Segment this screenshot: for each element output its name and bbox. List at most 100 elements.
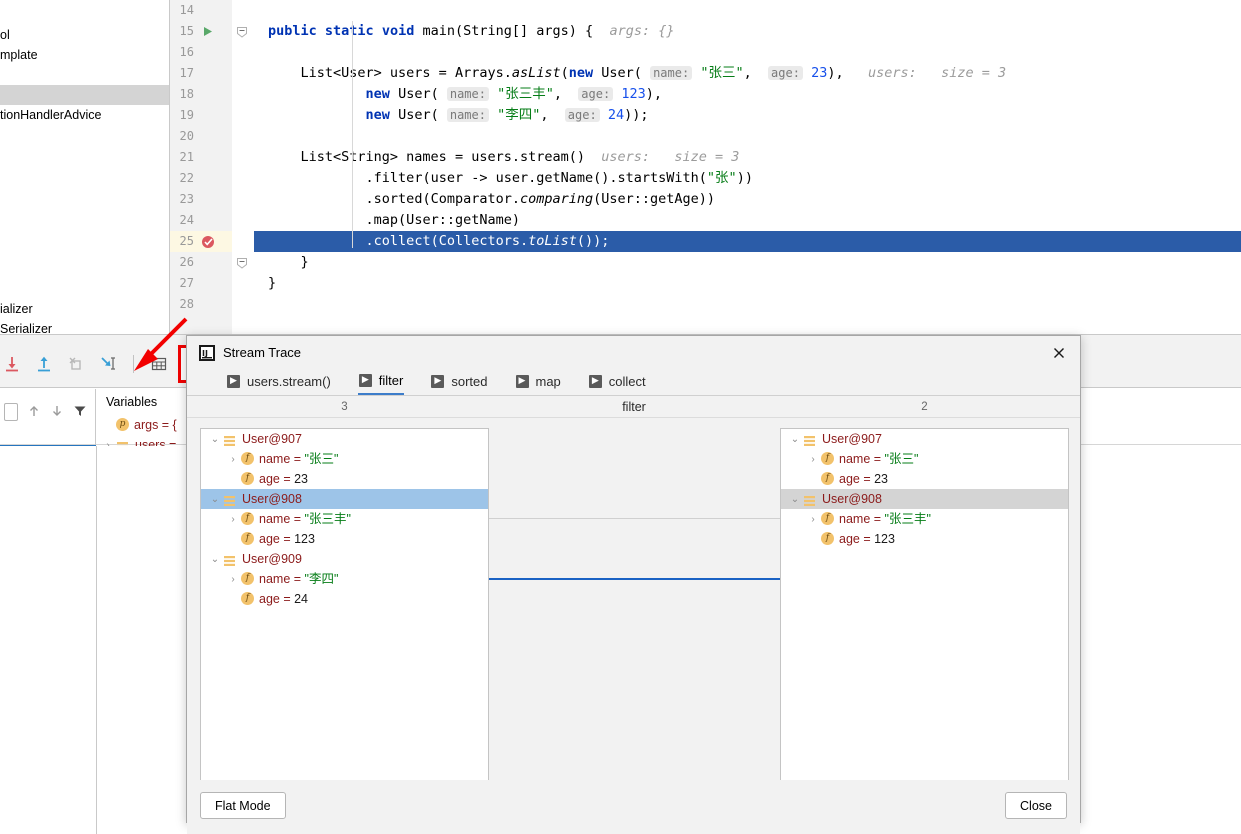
tree-row-label: name = (839, 452, 885, 466)
field-icon: f (821, 452, 834, 465)
stage-name-label: filter (574, 396, 694, 418)
tab-sorted[interactable]: ▶ sorted (430, 370, 488, 395)
tree-row[interactable]: ›fname = "张三" (781, 449, 1068, 469)
arrow-down-icon[interactable] (50, 404, 64, 421)
tab-collect[interactable]: ▶ collect (588, 370, 647, 395)
run-to-cursor-icon[interactable] (98, 354, 118, 374)
tree-row[interactable]: fage = 123 (201, 529, 488, 549)
project-item[interactable]: ol (0, 25, 169, 45)
editor-fold-column[interactable] (232, 0, 254, 334)
tree-row[interactable]: fage = 23 (201, 469, 488, 489)
filter-icon[interactable] (73, 404, 87, 421)
code-line: .map(User::getName) (254, 210, 1241, 231)
tree-row[interactable]: ⌄User@907 (201, 429, 488, 449)
run-gutter-icon[interactable] (200, 21, 216, 42)
before-values-tree[interactable]: ⌄User@907 ›fname = "张三" fage = 23 ⌄User@… (200, 428, 489, 783)
step-into-icon[interactable] (2, 354, 22, 374)
step-out-icon[interactable] (34, 354, 54, 374)
tree-chevron-expanded-icon[interactable]: ⌄ (787, 430, 803, 450)
tree-row[interactable]: fage = 23 (781, 469, 1068, 489)
tree-row[interactable]: ⌄User@907 (781, 429, 1068, 449)
code-method-name: main (423, 23, 456, 39)
project-item-selected[interactable] (0, 85, 169, 105)
tree-chevron-collapsed-icon[interactable]: › (805, 510, 821, 530)
trace-connector-line-selected (489, 578, 780, 580)
breakpoint-icon[interactable] (200, 231, 216, 252)
fold-collapse-icon[interactable] (236, 257, 248, 269)
code-text[interactable]: public static void main(String[] args) {… (254, 0, 1241, 334)
code-text-frag: .collect(Collectors. (366, 233, 529, 249)
tree-row[interactable]: fage = 24 (201, 589, 488, 609)
tree-chevron-collapsed-icon[interactable]: › (225, 510, 241, 530)
tab-filter[interactable]: ▶ filter (358, 370, 405, 395)
param-hint-age: age: (768, 66, 803, 80)
code-keyword: new (366, 107, 390, 123)
tree-row[interactable]: fage = 123 (781, 529, 1068, 549)
stage-play-icon: ▶ (589, 375, 602, 388)
panel-divider (96, 446, 97, 834)
frames-combo[interactable] (4, 403, 18, 421)
tab-users-stream[interactable]: ▶ users.stream() (226, 370, 332, 395)
stage-header-row: 3 filter 2 (187, 396, 1080, 418)
tab-label: sorted (451, 374, 487, 389)
tree-chevron-expanded-icon[interactable]: ⌄ (207, 490, 223, 510)
tree-row[interactable]: ›fname = "张三丰" (201, 509, 488, 529)
code-static-call: comparing (520, 191, 593, 207)
tab-map[interactable]: ▶ map (515, 370, 562, 395)
project-item[interactable]: Serializer (0, 319, 169, 334)
tree-chevron-collapsed-icon[interactable]: › (225, 570, 241, 590)
code-text-frag: User( (390, 107, 439, 123)
code-text-frag: } (301, 254, 309, 270)
field-icon: f (821, 532, 834, 545)
tree-row[interactable]: ›fname = "张三丰" (781, 509, 1068, 529)
evaluate-expression-icon[interactable] (149, 354, 169, 374)
intellij-logo-icon: IJ (199, 345, 215, 361)
code-keyword: public (268, 23, 317, 39)
close-button[interactable]: Close (1005, 792, 1067, 819)
toolbar-separator (133, 355, 134, 373)
frames-panel[interactable] (0, 389, 96, 445)
tree-row[interactable]: ›fname = "李四" (201, 569, 488, 589)
tree-row[interactable]: ⌄User@909 (201, 549, 488, 569)
gutter-line: 17 (170, 63, 232, 84)
tree-chevron-expanded-icon[interactable]: ⌄ (207, 430, 223, 450)
tree-chevron-expanded-icon[interactable]: ⌄ (207, 550, 223, 570)
code-text-frag: .sorted(Comparator. (366, 191, 520, 207)
fold-collapse-icon[interactable] (236, 26, 248, 38)
tree-row-value: 23 (874, 472, 888, 486)
close-icon[interactable] (1046, 342, 1072, 364)
tree-chevron-collapsed-icon[interactable]: › (225, 450, 241, 470)
tree-row-label: age = (259, 472, 294, 486)
variable-label: args = { (134, 418, 177, 432)
gutter-line: 15 (170, 21, 232, 42)
after-values-tree[interactable]: ⌄User@907 ›fname = "张三" fage = 23 ⌄User@… (780, 428, 1069, 783)
code-editor[interactable]: 14 15 16 17 18 19 20 21 22 23 24 25 (170, 0, 1241, 334)
project-item[interactable]: mplate (0, 45, 169, 65)
tree-chevron-expanded-icon[interactable]: ⌄ (787, 490, 803, 510)
debugger-toolbar-icons (0, 353, 209, 375)
tree-row-selected[interactable]: ⌄User@908 (781, 489, 1068, 509)
tree-row[interactable]: ›fname = "张三" (201, 449, 488, 469)
project-item[interactable]: tionHandlerAdvice (0, 105, 169, 125)
code-number: 123 (621, 86, 645, 102)
project-item[interactable]: ializer (0, 299, 169, 319)
code-string: "李四" (497, 107, 540, 123)
tree-chevron-collapsed-icon[interactable]: › (805, 450, 821, 470)
variable-row[interactable]: pargs = { (100, 415, 177, 435)
gutter-line: 27 (170, 273, 232, 294)
project-panel[interactable]: ol mplate tionHandlerAdvice ializer Seri… (0, 0, 170, 334)
code-line: .sorted(Comparator.comparing(User::getAg… (254, 189, 1241, 210)
field-icon: f (241, 512, 254, 525)
code-line: } (254, 273, 1241, 294)
code-text-frag: } (268, 275, 276, 291)
stream-stage-tabs[interactable]: ▶ users.stream() ▶ filter ▶ sorted ▶ map… (187, 370, 1080, 396)
editor-gutter[interactable]: 14 15 16 17 18 19 20 21 22 23 24 25 (170, 0, 232, 334)
flat-mode-button[interactable]: Flat Mode (200, 792, 286, 819)
gutter-line: 28 (170, 294, 232, 315)
tree-row-selected[interactable]: ⌄User@908 (201, 489, 488, 509)
dialog-title-bar: IJ Stream Trace (187, 336, 1080, 370)
arrow-up-icon[interactable] (27, 404, 41, 421)
code-static-call: asList (512, 65, 561, 81)
trace-connector-line (489, 518, 780, 519)
stream-trace-dialog[interactable]: IJ Stream Trace ▶ users.stream() ▶ filte… (186, 335, 1081, 823)
